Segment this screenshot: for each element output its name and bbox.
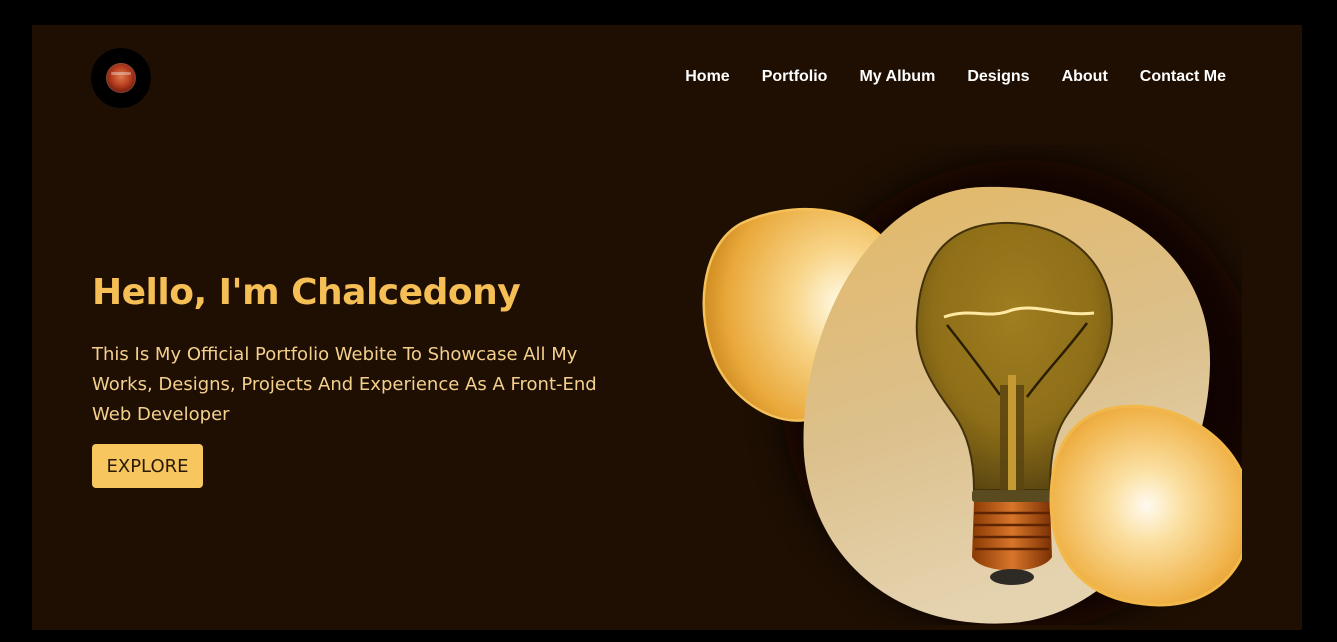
- hero-description: This Is My Official Portfolio Webite To …: [92, 344, 597, 425]
- hero-title: Hello, I'm Chalcedony: [92, 272, 521, 313]
- logo-orb: [106, 63, 136, 93]
- page-frame: Home Portfolio My Album Designs About Co…: [32, 25, 1302, 630]
- logo-icon[interactable]: [91, 48, 151, 108]
- nav-contact-me[interactable]: Contact Me: [1140, 68, 1226, 86]
- hero-illustration: [682, 145, 1242, 625]
- nav-designs[interactable]: Designs: [967, 68, 1029, 86]
- nav-portfolio[interactable]: Portfolio: [762, 68, 828, 86]
- nav-home[interactable]: Home: [685, 68, 729, 86]
- lightbulb-image: [702, 160, 1242, 625]
- explore-button[interactable]: EXPLORE: [92, 444, 203, 488]
- nav-my-album[interactable]: My Album: [859, 68, 935, 86]
- right-blob: [1049, 404, 1242, 607]
- main-nav: Home Portfolio My Album Designs About Co…: [685, 68, 1226, 86]
- nav-about[interactable]: About: [1062, 68, 1108, 86]
